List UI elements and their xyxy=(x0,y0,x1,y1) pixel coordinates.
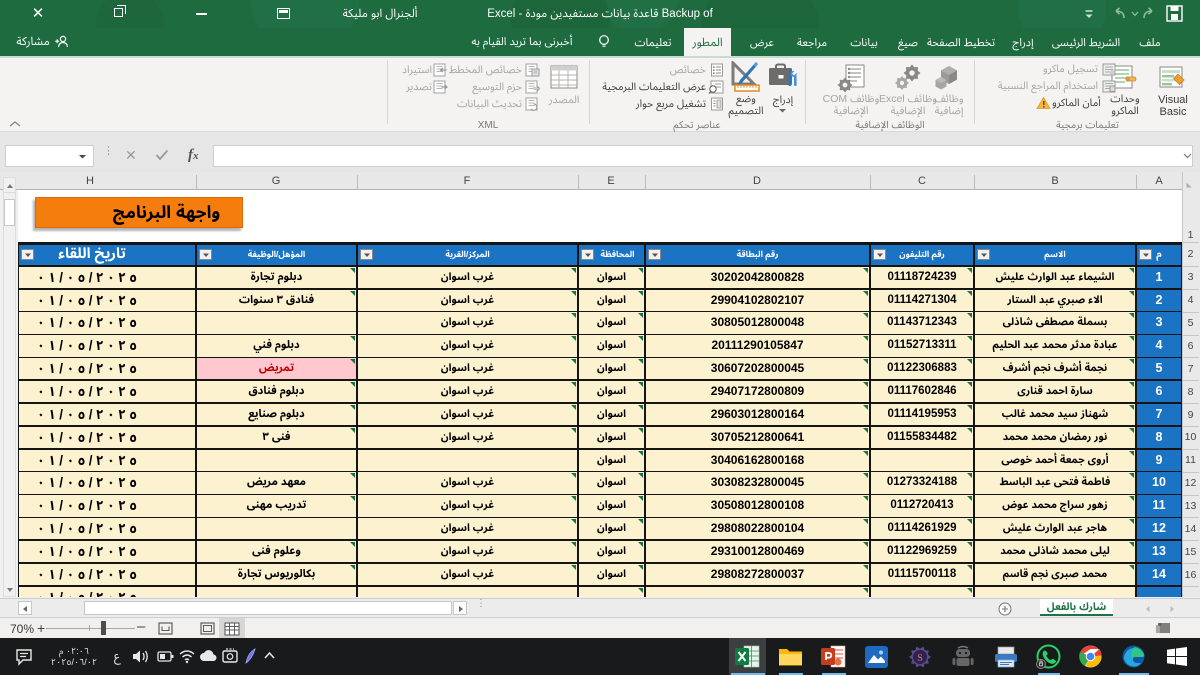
svg-text:S: S xyxy=(917,653,923,664)
